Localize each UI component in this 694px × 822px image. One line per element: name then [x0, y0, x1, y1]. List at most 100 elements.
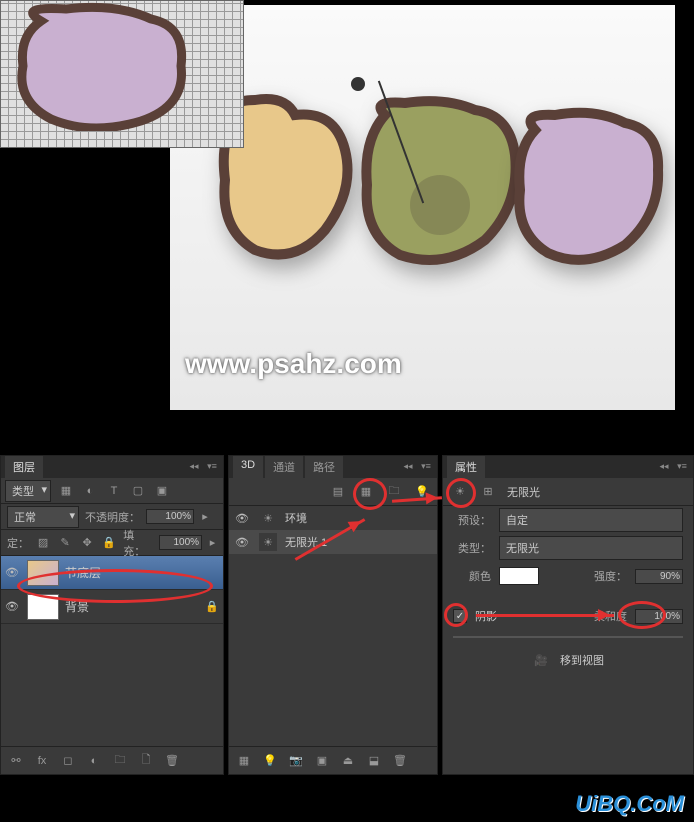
- layers-panel: 图层 ◂◂ ▾≡ 类型 ▦ ◐ T ▢ ▣ 正常 不透明度： 100% ▸ 定：…: [0, 455, 224, 775]
- layer-item-background[interactable]: 👁 背景 🔒: [1, 590, 223, 624]
- blend-opacity-row: 正常 不透明度： 100% ▸: [1, 504, 223, 530]
- tab-layers[interactable]: 图层: [5, 456, 43, 478]
- preset-row: 预设： 自定: [443, 506, 693, 534]
- adjustment-layer-icon[interactable]: ◐: [85, 752, 103, 770]
- new-layer-icon[interactable]: 🗋: [137, 752, 155, 770]
- tab-3d[interactable]: 3D: [233, 456, 263, 478]
- move-view-icon[interactable]: 🎥: [532, 651, 550, 669]
- lock-transparent-icon[interactable]: ▨: [35, 534, 51, 552]
- filter-pixel-icon[interactable]: ▦: [57, 482, 75, 500]
- layers-panel-header: 图层 ◂◂ ▾≡: [1, 456, 223, 478]
- filter-adjust-icon[interactable]: ◐: [81, 482, 99, 500]
- group-icon[interactable]: 🗀: [111, 752, 129, 770]
- properties-panel: 属性 ◂◂ ▾≡ ☀ ⊞ 无限光 预设： 自定 类型： 无限光 颜色 强度： 9…: [442, 455, 694, 775]
- panel-menu-icon[interactable]: ▾≡: [419, 460, 433, 474]
- layer-name[interactable]: 节底层: [65, 564, 219, 581]
- visibility-eye-icon[interactable]: 👁: [235, 536, 251, 549]
- intensity-input[interactable]: 90%: [635, 569, 683, 584]
- environment-icon: ☀: [259, 509, 277, 527]
- color-swatch[interactable]: [499, 567, 539, 585]
- tab-paths[interactable]: 路径: [305, 456, 343, 478]
- opacity-input[interactable]: 100%: [146, 509, 194, 524]
- inset-grid-preview[interactable]: [0, 0, 244, 148]
- filter-mesh-icon[interactable]: ▦: [357, 483, 375, 501]
- visibility-eye-icon[interactable]: 👁: [5, 566, 21, 579]
- 3d-panel: 3D 通道 路径 ◂◂ ▾≡ ▤ ▦ 🗀 💡 👁 ☀ 环境 👁 ☀ 无限光 1 …: [228, 455, 438, 775]
- blend-mode-dropdown[interactable]: 正常: [7, 506, 79, 528]
- preset-select[interactable]: 自定: [499, 508, 683, 532]
- text3d-shape-3[interactable]: [510, 105, 665, 265]
- divider: [453, 636, 683, 638]
- main-canvas[interactable]: www.psahz.com: [170, 5, 675, 410]
- 3d-filter-toolbar: ▤ ▦ 🗀 💡: [229, 478, 437, 506]
- panel-menu-icon[interactable]: ▾≡: [675, 460, 689, 474]
- 3d-item-infinite-light[interactable]: 👁 ☀ 无限光 1: [229, 530, 437, 554]
- filter-scene-icon[interactable]: ▤: [329, 483, 347, 501]
- 3d-light-icon[interactable]: 💡: [261, 752, 279, 770]
- link-layers-icon[interactable]: ⚯: [7, 752, 25, 770]
- lock-fill-row: 定： ▨ ✎ ✥ 🔒 填充： 100% ▸: [1, 530, 223, 556]
- 3d-panel-header: 3D 通道 路径 ◂◂ ▾≡: [229, 456, 437, 478]
- coords-props-icon[interactable]: ⊞: [479, 483, 497, 501]
- light-props-icon[interactable]: ☀: [451, 483, 469, 501]
- inset-shape: [11, 1, 191, 131]
- delete-layer-icon[interactable]: 🗑: [163, 752, 181, 770]
- move-to-view-button[interactable]: 移到视图: [560, 652, 604, 668]
- opacity-flyout-icon[interactable]: ▸: [200, 508, 210, 526]
- watermark-text: www.psahz.com: [185, 348, 402, 380]
- filter-light-icon[interactable]: 💡: [413, 483, 431, 501]
- 3d-panel-footer: ▦ 💡 📷 ▣ ⏏ ⬓ 🗑: [229, 746, 437, 774]
- text3d-shape-2[interactable]: [355, 95, 525, 270]
- properties-title: 无限光: [507, 484, 540, 500]
- filter-smart-icon[interactable]: ▣: [153, 482, 171, 500]
- layers-panel-footer: ⚯ fx ◻ ◐ 🗀 🗋 🗑: [1, 746, 223, 774]
- softness-input[interactable]: 100%: [635, 609, 683, 624]
- visibility-eye-icon[interactable]: 👁: [235, 512, 251, 525]
- 3d-delete-icon[interactable]: 🗑: [391, 752, 409, 770]
- 3d-camera-icon[interactable]: 📷: [287, 752, 305, 770]
- filter-type-dropdown[interactable]: 类型: [5, 480, 51, 502]
- 3d-ground-icon[interactable]: ⏏: [339, 752, 357, 770]
- layer-item-active[interactable]: 👁 节底层: [1, 556, 223, 590]
- properties-panel-header: 属性 ◂◂ ▾≡: [443, 456, 693, 478]
- type-select[interactable]: 无限光: [499, 536, 683, 560]
- layer-thumbnail[interactable]: [27, 594, 59, 620]
- filter-material-icon[interactable]: 🗀: [385, 483, 403, 501]
- layer-thumbnail[interactable]: [27, 560, 59, 586]
- shadow-checkbox[interactable]: ✓: [453, 609, 467, 623]
- lock-label: 定：: [7, 535, 29, 551]
- panel-collapse-icon[interactable]: ◂◂: [187, 460, 201, 474]
- properties-subnav: ☀ ⊞ 无限光: [443, 478, 693, 506]
- layer-mask-icon[interactable]: ◻: [59, 752, 77, 770]
- filter-type-icon[interactable]: T: [105, 482, 123, 500]
- tab-channels[interactable]: 通道: [265, 456, 303, 478]
- layers-filter-toolbar: 类型 ▦ ◐ T ▢ ▣: [1, 478, 223, 504]
- visibility-eye-icon[interactable]: 👁: [5, 600, 21, 613]
- canvas-area: www.psahz.com: [0, 0, 694, 440]
- panel-menu-icon[interactable]: ▾≡: [205, 460, 219, 474]
- 3d-scene-icon[interactable]: ▦: [235, 752, 253, 770]
- opacity-label: 不透明度：: [85, 509, 140, 525]
- panel-collapse-icon[interactable]: ◂◂: [401, 460, 415, 474]
- lock-brush-icon[interactable]: ✎: [57, 534, 73, 552]
- light-indicator-head[interactable]: [351, 77, 365, 91]
- tab-properties[interactable]: 属性: [447, 456, 485, 478]
- layer-name[interactable]: 背景: [65, 598, 199, 615]
- type-label: 类型：: [453, 540, 491, 556]
- fill-input[interactable]: 100%: [159, 535, 202, 550]
- fill-flyout-icon[interactable]: ▸: [208, 534, 217, 552]
- filter-shape-icon[interactable]: ▢: [129, 482, 147, 500]
- softness-label: 柔和度: [594, 608, 627, 624]
- lock-icon[interactable]: 🔒: [205, 600, 219, 613]
- panel-collapse-icon[interactable]: ◂◂: [657, 460, 671, 474]
- 3d-new-icon[interactable]: ⬓: [365, 752, 383, 770]
- 3d-item-label: 环境: [285, 510, 307, 526]
- 3d-item-environment[interactable]: 👁 ☀ 环境: [229, 506, 437, 530]
- color-intensity-row: 颜色 强度： 90%: [443, 562, 693, 590]
- lock-all-icon[interactable]: 🔒: [101, 534, 117, 552]
- 3d-render-icon[interactable]: ▣: [313, 752, 331, 770]
- lock-move-icon[interactable]: ✥: [79, 534, 95, 552]
- intensity-label: 强度：: [594, 568, 627, 584]
- preset-label: 预设：: [453, 512, 491, 528]
- layer-fx-icon[interactable]: fx: [33, 752, 51, 770]
